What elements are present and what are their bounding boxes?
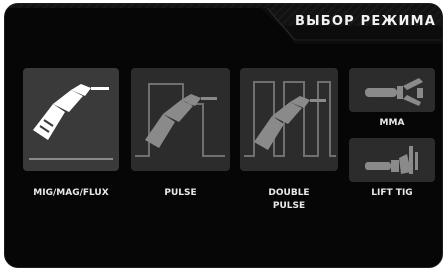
page-title: ВЫБОР РЕЖИМА — [295, 14, 436, 29]
mode-label-double-pulse-line1: DOUBLE — [268, 188, 310, 198]
mode-tile-double-pulse[interactable] — [240, 68, 338, 171]
tig-torch-icon — [365, 146, 418, 174]
display-frame: ВЫБОР РЕЖИМА MIG/MAG/FLUX PULSE DOUBLE P… — [4, 3, 443, 268]
double-pulse-torch-icon — [244, 81, 336, 157]
mode-label-pulse: PULSE — [164, 188, 197, 198]
electrode-holder-icon — [365, 78, 423, 106]
mode-tile-lift-tig[interactable] — [349, 138, 435, 182]
mode-label-lift-tig: LIFT TIG — [371, 188, 413, 198]
welder-display: ВЫБОР РЕЖИМА MIG/MAG/FLUX PULSE DOUBLE P… — [0, 0, 443, 268]
mode-tile-mma[interactable] — [349, 68, 435, 112]
mode-label-mma: MMA — [379, 118, 405, 128]
mode-label-double-pulse-line2: PULSE — [272, 201, 306, 211]
mode-tile-mig-mag-flux[interactable] — [23, 68, 119, 171]
pulse-torch-icon — [135, 83, 225, 157]
mode-tile-pulse[interactable] — [131, 68, 230, 171]
mode-label-mig-mag-flux: MIG/MAG/FLUX — [33, 188, 109, 198]
mig-torch-icon — [29, 84, 113, 160]
